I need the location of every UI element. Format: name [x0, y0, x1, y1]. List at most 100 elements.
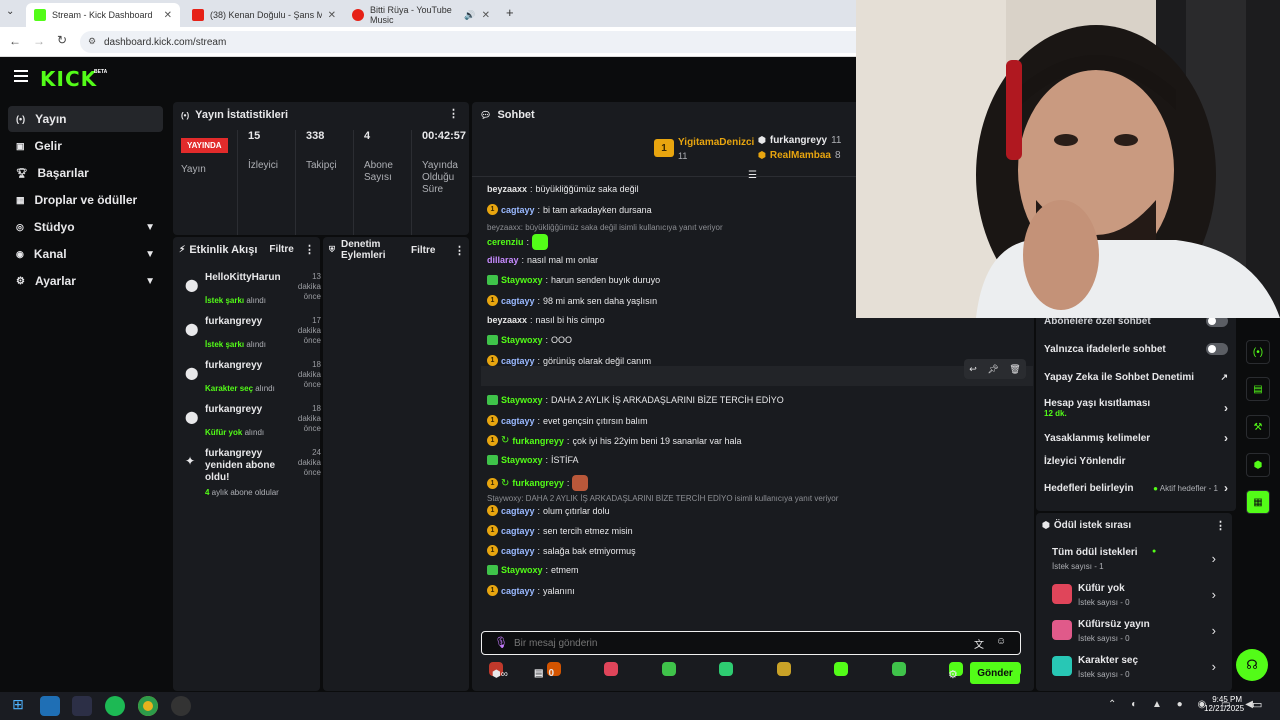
- chat-message[interactable]: 1 cagtayy: olum çıtırlar dolu: [487, 505, 610, 516]
- chat-message[interactable]: Staywoxy: OOO: [487, 335, 572, 345]
- chat-username[interactable]: cagtayy: [501, 416, 535, 426]
- app-icon[interactable]: [72, 696, 92, 716]
- setting-ai-moderation[interactable]: Yapay Zeka ile Sohbet Denetimi ↗: [1044, 372, 1228, 383]
- setting-account-age[interactable]: Hesap yaşı kısıtlaması 12 dk. ›: [1044, 397, 1228, 419]
- chat-username[interactable]: Staywoxy: [501, 335, 543, 345]
- back-icon[interactable]: ←: [9, 34, 21, 48]
- chat-username[interactable]: Staywoxy: [501, 455, 543, 465]
- setting-banned-words[interactable]: Yasaklanmış kelimeler ›: [1044, 431, 1228, 445]
- chat-message[interactable]: 1 cagtayy: yalanını: [487, 585, 575, 596]
- clock[interactable]: 9:45 PM 12/21/2025: [1204, 695, 1244, 713]
- chat-message[interactable]: cerenziu:: [487, 234, 549, 250]
- notification-icon[interactable]: ▭: [1252, 698, 1262, 711]
- chat-message[interactable]: 1 cagtayy: görünüş olarak değil canım: [487, 355, 651, 366]
- chat-username[interactable]: cagtayy: [501, 296, 535, 306]
- chat-input-box[interactable]: 🎙︎ 文 ☺: [481, 631, 1021, 655]
- close-icon[interactable]: ✕: [164, 10, 172, 21]
- share-icon[interactable]: ⬢: [1246, 453, 1270, 477]
- close-icon[interactable]: ✕: [328, 10, 336, 21]
- chat-username[interactable]: Staywoxy: [501, 275, 543, 285]
- chat-message[interactable]: 1 cagtayy: bi tam arkadayken dursana: [487, 204, 652, 215]
- chat-message[interactable]: 1 cagtayy: sen tercih etmez misin: [487, 525, 633, 536]
- chat-message[interactable]: Staywoxy: İSTİFA: [487, 455, 579, 465]
- chat-username[interactable]: cagtayy: [501, 526, 535, 536]
- chat-username[interactable]: cagtayy: [501, 586, 535, 596]
- tab-youtube-music[interactable]: Bitti Rüya - YouTube Music 🔊 ✕: [344, 3, 498, 27]
- chat-message[interactable]: 1 cagtayy:98 mi amk sen daha yaşlısın: [487, 295, 657, 306]
- support-icon[interactable]: ☊: [1236, 649, 1268, 681]
- chat-message[interactable]: Staywoxy: etmem: [487, 565, 579, 575]
- more-icon[interactable]: ⋮: [1215, 519, 1226, 532]
- chat-username[interactable]: furkangreyy: [512, 478, 564, 488]
- sidebar-item-studyo[interactable]: ◎ Stüdyo ▼: [8, 214, 163, 240]
- emote-shortcut-icon[interactable]: [891, 662, 906, 676]
- chat-points[interactable]: ▤ 0: [534, 668, 554, 679]
- obs-icon[interactable]: [171, 696, 191, 716]
- broadcast-icon[interactable]: (•): [1246, 340, 1270, 364]
- reply-icon[interactable]: ↩: [969, 364, 977, 375]
- chat-username[interactable]: cagtayy: [501, 356, 535, 366]
- chat-username[interactable]: cagtayy: [501, 506, 535, 516]
- chat-username[interactable]: Staywoxy: [501, 565, 543, 575]
- translate-icon[interactable]: 文: [974, 636, 984, 651]
- chat-message[interactable]: 1 ↻ furkangreyy: çok iyi his 22yim beni 19 …: [487, 435, 742, 446]
- chat-message[interactable]: 1 ↻ furkangreyy:: [487, 475, 589, 491]
- more-icon[interactable]: ⋮: [454, 244, 465, 257]
- menu-icon[interactable]: [14, 70, 28, 82]
- chat-username[interactable]: dillaray: [487, 255, 519, 265]
- more-icon[interactable]: ⋮: [304, 243, 315, 256]
- setting-emote-only[interactable]: Yalnızca ifadelerle sohbet: [1044, 343, 1228, 355]
- chat-message[interactable]: 1 cagtayy: evet gençsin çıtırsın balım: [487, 415, 648, 426]
- sidebar-item-ayarlar[interactable]: ⚙ Ayarlar ▼: [8, 268, 163, 294]
- chat-message[interactable]: dillaray: nasıl mal mı onlar: [487, 255, 598, 265]
- windows-start-icon[interactable]: ⊞: [8, 696, 28, 716]
- layout-icon[interactable]: ▤: [1246, 377, 1270, 401]
- emote-shortcut-icon[interactable]: [776, 662, 791, 676]
- emote-shortcut-icon[interactable]: [719, 662, 733, 676]
- new-tab-button[interactable]: +: [506, 5, 514, 20]
- chrome-icon[interactable]: [138, 696, 158, 716]
- tab-list-icon[interactable]: ⌄: [6, 6, 14, 17]
- reward-kufursuz-yayin[interactable]: Küfürsüz yayın İstek sayısı - 0 ›: [1052, 617, 1216, 647]
- chat-message[interactable]: 1 cagtayy: salağa bak etmiyormuş: [487, 545, 636, 556]
- chat-username[interactable]: cagtayy: [501, 546, 535, 556]
- send-button[interactable]: Gönder: [970, 662, 1020, 684]
- more-icon[interactable]: ⋮: [448, 107, 459, 120]
- sidebar-item-gelir[interactable]: ▣ Gelir: [8, 133, 163, 159]
- mic-icon[interactable]: 🎙︎: [494, 636, 508, 649]
- trash-icon[interactable]: 🗑︎: [1009, 364, 1020, 375]
- close-icon[interactable]: ✕: [482, 10, 490, 21]
- chat-message[interactable]: beyzaaxx: büyükliğğümüz saka değil: [487, 184, 639, 194]
- toggle[interactable]: [1206, 343, 1228, 355]
- kick-logo[interactable]: KICK: [40, 67, 97, 91]
- sidebar-item-yayin[interactable]: (•) Yayın: [8, 106, 163, 132]
- chat-input[interactable]: [514, 635, 934, 651]
- gear-icon[interactable]: ⚙: [948, 668, 958, 681]
- sidebar-item-droplar[interactable]: ▦ Droplar ve ödüller: [8, 187, 163, 213]
- pin-icon[interactable]: 📌︎: [987, 364, 998, 375]
- emote-shortcut-icon[interactable]: [661, 662, 676, 676]
- site-info-icon[interactable]: ⚙: [88, 36, 96, 47]
- moderation-filter[interactable]: Filtre: [411, 245, 435, 256]
- speaker-icon[interactable]: 🔊: [464, 10, 475, 21]
- setting-goals[interactable]: Hedefleri belirleyin ● Aktif hedefler - 1…: [1044, 481, 1228, 495]
- chat-username[interactable]: beyzaaxx: [487, 184, 527, 194]
- wrench-icon[interactable]: ⚒: [1246, 415, 1270, 439]
- forward-icon[interactable]: →: [33, 34, 45, 48]
- chat-username[interactable]: beyzaaxx: [487, 315, 527, 325]
- spotify-icon[interactable]: [105, 696, 125, 716]
- chat-message[interactable]: Staywoxy: DAHA 2 AYLIK İŞ ARKADAŞLARINI B…: [487, 395, 784, 405]
- emote-shortcut-icon[interactable]: [604, 662, 618, 676]
- points-icon[interactable]: ⬢∞: [492, 669, 508, 680]
- chat-username[interactable]: Staywoxy: [501, 395, 543, 405]
- chat-message[interactable]: Staywoxy: harun senden buyık duruyo: [487, 275, 660, 285]
- setting-raid[interactable]: İzleyici Yönlendir: [1044, 456, 1228, 467]
- reward-all[interactable]: Tüm ödül istekleri İstek sayısı - 1 ● ›: [1052, 545, 1216, 575]
- sidebar-item-basarilar[interactable]: 🏆︎ Başarılar: [8, 160, 163, 186]
- activity-filter[interactable]: Filtre: [269, 244, 293, 255]
- tab-kick-dashboard[interactable]: Stream - Kick Dashboard ✕: [26, 3, 180, 27]
- clapper-icon[interactable]: ▦: [1246, 490, 1270, 514]
- chat-username[interactable]: furkangreyy: [512, 436, 564, 446]
- reward-karakter-sec[interactable]: Karakter seç İstek sayısı - 0 ›: [1052, 653, 1216, 683]
- reload-icon[interactable]: ↻: [57, 33, 67, 47]
